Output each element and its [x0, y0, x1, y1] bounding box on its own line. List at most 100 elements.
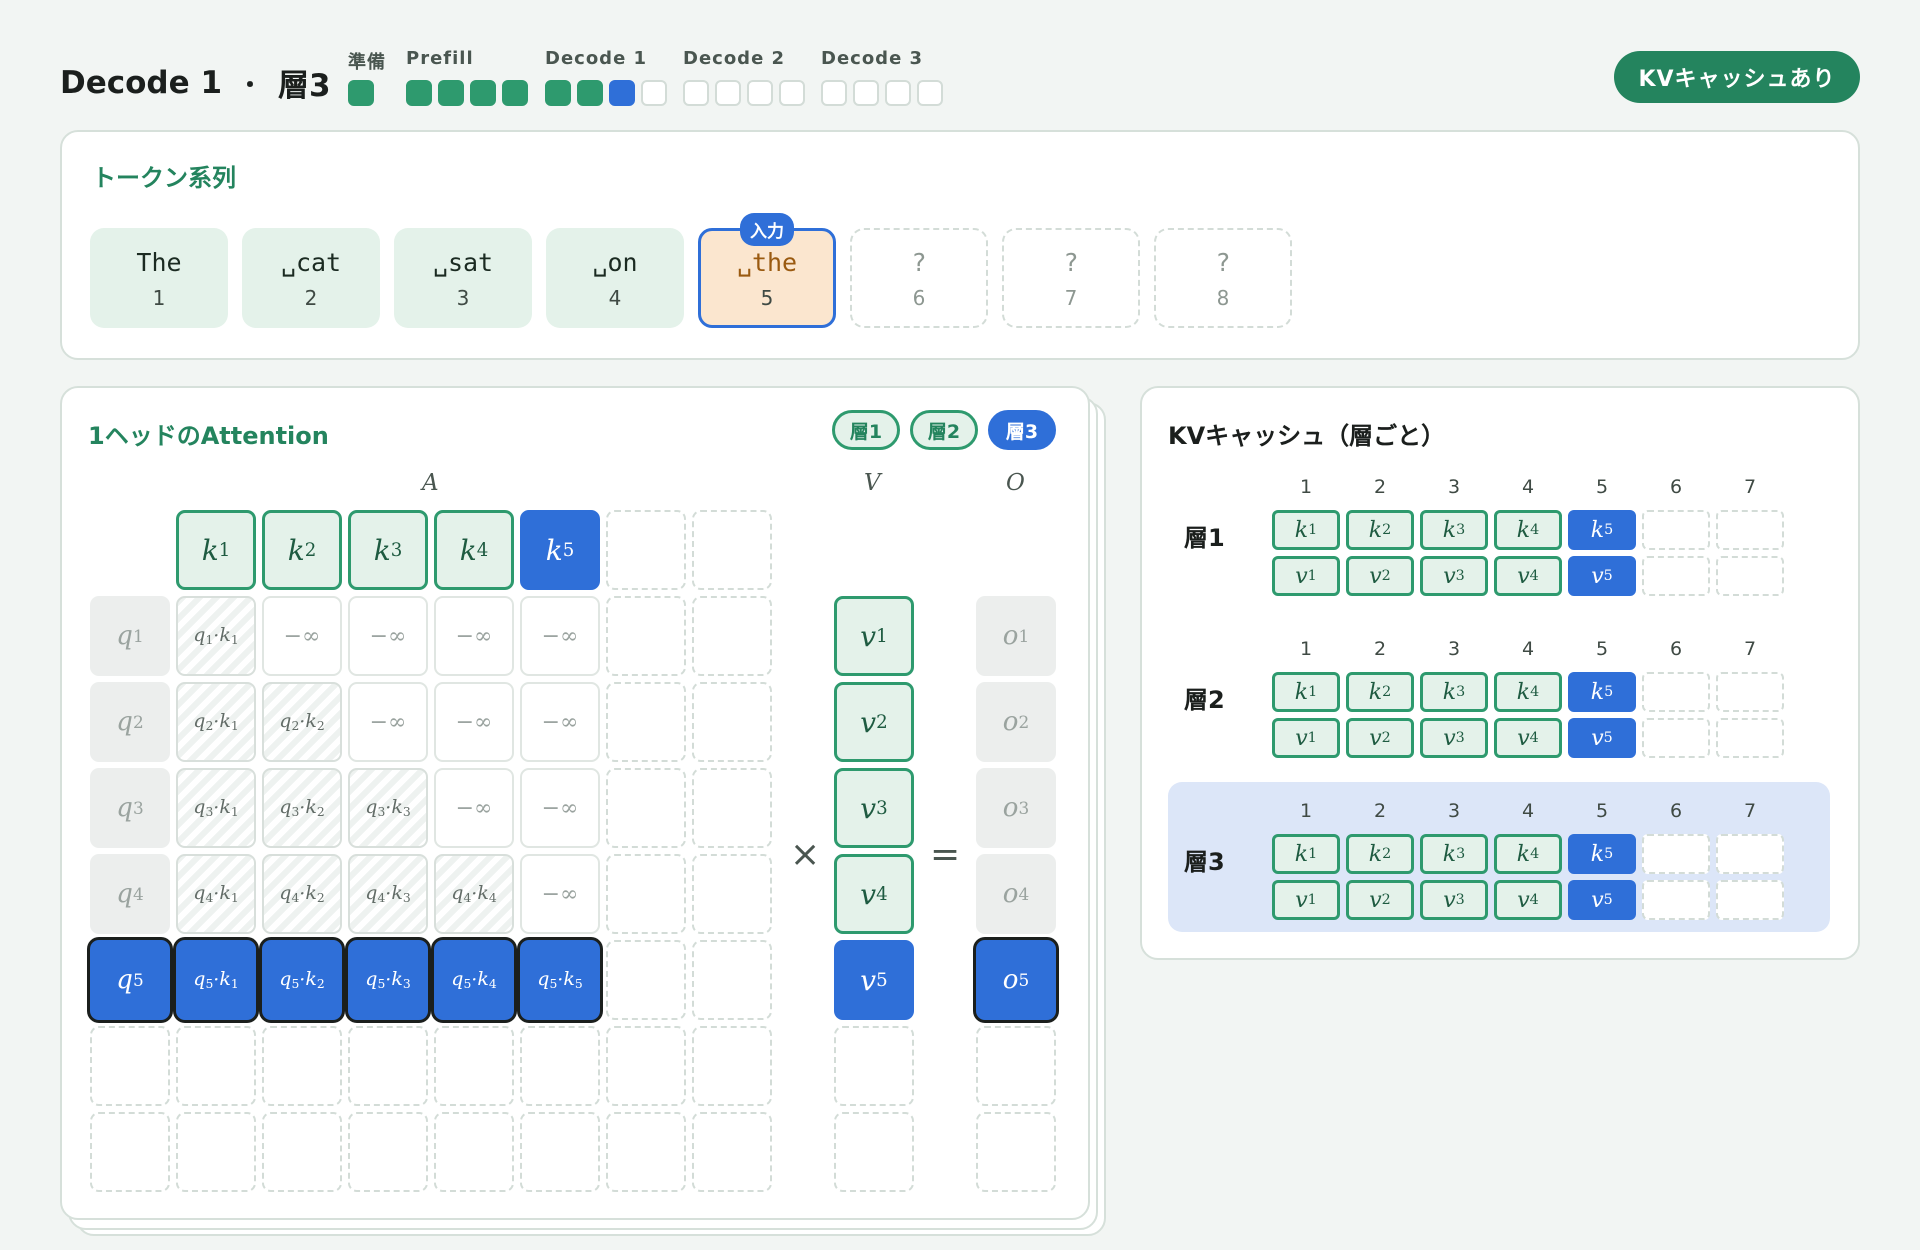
query-cell: q5 [90, 940, 170, 1020]
progress-phase-label: Decode 1 [545, 48, 648, 69]
progress-phase: Decode 3 [821, 48, 943, 106]
score-cell: −∞ [520, 596, 600, 676]
progress-phase-label: 準備 [348, 52, 386, 73]
score-cell [606, 940, 686, 1020]
progress-step [641, 80, 667, 106]
progress-step [406, 80, 432, 106]
kv-cache-cell: k4 [1494, 672, 1562, 712]
kv-cache-cell: k1 [1272, 672, 1340, 712]
progress-step-boxes [406, 80, 528, 106]
value-cell [834, 1112, 914, 1192]
score-cell: q5 · k4 [434, 940, 514, 1020]
score-cell: −∞ [520, 854, 600, 934]
kv-cache-toggle-button[interactable]: KVキャッシュあり [1614, 51, 1860, 103]
progress-step [747, 80, 773, 106]
title-layer: 層3 [278, 68, 331, 104]
kv-cache-cell: k4 [1494, 510, 1562, 550]
query-cell: q2 [90, 682, 170, 762]
score-cell [692, 768, 772, 848]
progress-step [438, 80, 464, 106]
score-cell [606, 1112, 686, 1192]
kv-cache-cell: v2 [1346, 718, 1414, 758]
kv-cache-cell [1642, 834, 1710, 874]
token-sequence-title: トークン系列 [92, 164, 236, 192]
score-cell: −∞ [434, 768, 514, 848]
multiply-operator: × [790, 834, 821, 875]
score-cell [606, 596, 686, 676]
score-cell: −∞ [520, 768, 600, 848]
score-cell: q4 · k2 [262, 854, 342, 934]
score-cell: q5 · k5 [520, 940, 600, 1020]
score-cell: q3 · k3 [348, 768, 428, 848]
kv-column-number: 2 [1373, 638, 1387, 660]
output-cell: o1 [976, 596, 1056, 676]
kv-cache-cell: v5 [1568, 718, 1636, 758]
token-chip[interactable]: ␣the 5 入力 [698, 213, 836, 328]
score-cell [434, 1026, 514, 1106]
token-index: 1 [152, 286, 166, 310]
kv-column-number: 6 [1669, 476, 1683, 498]
kv-cache-cell: k1 [1272, 834, 1340, 874]
token-text: ␣sat [432, 248, 494, 277]
token-chip[interactable]: ? 8 [1154, 228, 1292, 328]
score-cell [606, 1026, 686, 1106]
progress-step [545, 80, 571, 106]
key-cell: k3 [348, 510, 428, 590]
progress-step [470, 80, 496, 106]
value-cell: v3 [834, 768, 914, 848]
score-cell [606, 682, 686, 762]
kv-cache-cell: k3 [1420, 672, 1488, 712]
token-text: ␣the [736, 248, 798, 277]
token-chip[interactable]: ␣sat 3 [394, 228, 532, 328]
kv-cache-cell: k2 [1346, 510, 1414, 550]
kv-cache-cell: v4 [1494, 880, 1562, 920]
matrix-v-label: V [864, 470, 881, 496]
score-cell [262, 1112, 342, 1192]
score-cell [348, 1026, 428, 1106]
score-cell: −∞ [348, 596, 428, 676]
progress-phase-label: Prefill [406, 48, 474, 69]
kv-column-number: 3 [1447, 476, 1461, 498]
kv-cache-cell: k3 [1420, 510, 1488, 550]
token-chip[interactable]: ? 7 [1002, 228, 1140, 328]
kv-column-number: 7 [1743, 800, 1757, 822]
kv-cache-title: KVキャッシュ（層ごと） [1168, 422, 1446, 450]
token-text: The [136, 248, 182, 277]
token-chip[interactable]: ␣on 4 [546, 228, 684, 328]
kv-cache-cell: v3 [1420, 880, 1488, 920]
token-index: 6 [912, 286, 926, 310]
score-cell: q5 · k1 [176, 940, 256, 1020]
score-cell: −∞ [434, 596, 514, 676]
kv-cache-cell [1642, 672, 1710, 712]
token-chip[interactable]: ␣cat 2 [242, 228, 380, 328]
token-text: ? [1063, 248, 1079, 277]
progress-phase: 準備 [348, 48, 386, 106]
kv-column-number: 4 [1521, 800, 1535, 822]
output-cell [976, 1112, 1056, 1192]
kv-column-number: 2 [1373, 476, 1387, 498]
kv-cache-cell: v4 [1494, 718, 1562, 758]
kv-cache-cell [1642, 510, 1710, 550]
progress-step-boxes [683, 80, 805, 106]
kv-cache-cell [1642, 880, 1710, 920]
layer-pill[interactable]: 層3 [988, 410, 1056, 450]
input-tag: 入力 [740, 213, 794, 246]
score-cell [262, 1026, 342, 1106]
token-chip[interactable]: ? 6 [850, 228, 988, 328]
kv-column-number: 5 [1595, 638, 1609, 660]
score-cell [692, 596, 772, 676]
kv-cache-cell: v3 [1420, 718, 1488, 758]
value-cell: v5 [834, 940, 914, 1020]
kv-layer-name: 層1 [1184, 524, 1225, 552]
kv-column-number: 1 [1299, 800, 1313, 822]
layer-pill[interactable]: 層1 [832, 410, 900, 450]
token-chip[interactable]: The 1 [90, 228, 228, 328]
kv-cache-cell: v5 [1568, 556, 1636, 596]
score-cell [692, 682, 772, 762]
kv-column-number: 5 [1595, 476, 1609, 498]
score-cell: q2 · k1 [176, 682, 256, 762]
key-cell: k5 [520, 510, 600, 590]
layer-pill[interactable]: 層2 [910, 410, 978, 450]
output-cell [976, 1026, 1056, 1106]
kv-cache-cell: v1 [1272, 880, 1340, 920]
